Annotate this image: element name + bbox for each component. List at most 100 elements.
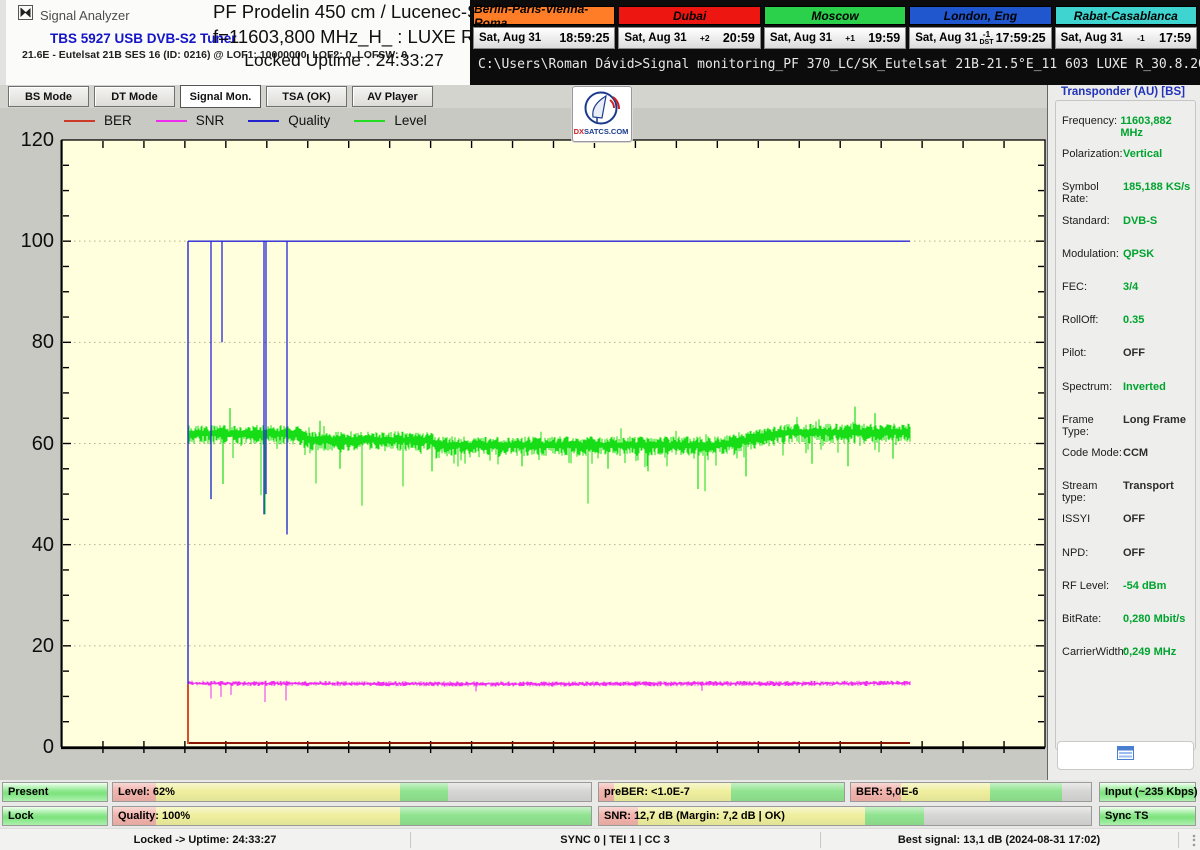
meter-segment [924, 807, 1091, 825]
clock-time-row: Sat, Aug 31+119:59 [764, 27, 906, 49]
y-axis-label: 100 [0, 230, 54, 252]
row-label: Code Mode: [1062, 447, 1123, 459]
clock-city: London, Eng [909, 6, 1051, 25]
legend-line-swatch [248, 120, 279, 122]
row-label: Pilot: [1062, 347, 1123, 359]
meter-segment [865, 807, 924, 825]
meter-segment [990, 783, 1062, 801]
row-value: 0,249 MHz [1123, 646, 1176, 658]
resize-grip[interactable] [1184, 834, 1197, 847]
clock-utc-offset: -1DST [980, 30, 994, 46]
y-axis-label: 0 [0, 736, 54, 758]
chart-legend: BERSNRQualityLevel [64, 113, 427, 128]
meter-badge-input-235-kbps: Input (~235 Kbps) [1099, 782, 1196, 802]
legend-line-swatch [156, 120, 187, 122]
row-label: ISSYI [1062, 513, 1123, 525]
transponder-row-frame-type: Frame Type:Long Frame [1062, 414, 1194, 438]
meter-bar-preber-1-0e-7: preBER: <1.0E-7 [598, 782, 845, 802]
row-value: DVB-S [1123, 215, 1157, 227]
tab-tsa-ok[interactable]: TSA (OK) [266, 86, 347, 107]
legend-item-snr: SNR [156, 113, 225, 128]
statusbar-divider [1178, 832, 1179, 848]
transponder-row-rf-level: RF Level:-54 dBm [1062, 580, 1194, 592]
row-label: Stream type: [1062, 480, 1123, 504]
row-label: NPD: [1062, 547, 1123, 559]
clock-moscow: Moscow Sat, Aug 31+119:59 [764, 6, 906, 49]
console-window: Berlin-Paris-Vienna-Roma Sat, Aug 31 18:59… [470, 0, 1200, 85]
meter-badge-lock: Lock [2, 806, 108, 826]
logo-text-red: DX [574, 127, 584, 136]
meter-segment [1062, 783, 1091, 801]
transponder-row-rolloff: RollOff:0.35 [1062, 314, 1194, 326]
clock-date: Sat, Aug 31 [1061, 32, 1123, 44]
row-value: 3/4 [1123, 281, 1138, 293]
row-value: QPSK [1123, 248, 1154, 260]
legend-label: BER [104, 113, 132, 128]
dxsatcs-logo: DXSATCS.COM [572, 86, 632, 142]
row-value: Transport [1123, 480, 1174, 504]
sidebar-title: Transponder (AU) [BS] [1061, 86, 1185, 98]
site-antenna: PF Prodelin 450 cm / Lucenec-Slovakia [213, 1, 475, 23]
clock-utc-offset: -1 [1137, 34, 1145, 43]
y-axis-label: 40 [0, 534, 54, 556]
tuner-name: TBS 5927 USB DVB-S2 Tuner [50, 31, 237, 46]
tab-bs-mode[interactable]: BS Mode [8, 86, 89, 107]
transponder-row-bitrate: BitRate:0,280 Mbit/s [1062, 613, 1194, 625]
legend-item-ber: BER [64, 113, 132, 128]
signal-meters: PresentLevel: 62%preBER: <1.0E-7BER: 5,0… [0, 780, 1200, 828]
signal-analyzer-window: Signal Analyzer TBS 5927 USB DVB-S2 Tune… [0, 0, 1200, 850]
clock-time-row: Sat, Aug 31 18:59:25 [473, 27, 615, 49]
transponder-row-pilot: Pilot:OFF [1062, 347, 1194, 359]
statusbar: Locked -> Uptime: 24:33:27SYNC 0 | TEI 1… [0, 828, 1200, 850]
row-label: Standard: [1062, 215, 1123, 227]
row-label: FEC: [1062, 281, 1123, 293]
clock-time-row: Sat, Aug 31-117:59 [1055, 27, 1197, 49]
meter-segment [400, 783, 448, 801]
row-label: Modulation: [1062, 248, 1123, 260]
clock-city: Moscow [764, 6, 906, 25]
clock-london-eng: London, EngSat, Aug 31-1DST17:59:25 [909, 6, 1051, 49]
legend-label: Quality [288, 113, 330, 128]
app-icon [18, 5, 33, 25]
legend-item-quality: Quality [248, 113, 330, 128]
logo-text-blue: SATCS.COM [584, 127, 628, 136]
statusbar-divider [820, 832, 821, 848]
row-value: Inverted [1123, 381, 1166, 393]
clock-rabat-casablanca: Rabat-CasablancaSat, Aug 31-117:59 [1055, 6, 1197, 49]
legend-label: SNR [196, 113, 225, 128]
meter-segment [156, 783, 400, 801]
clock-berlin-paris-vienna-roma: Berlin-Paris-Vienna-Roma Sat, Aug 31 18:59… [473, 6, 615, 49]
tab-dt-mode[interactable]: DT Mode [94, 86, 175, 107]
y-axis-label: 120 [0, 129, 54, 151]
clock-city: Dubai [618, 6, 760, 25]
clock-date: Sat, Aug 31 [915, 32, 977, 44]
clock-utc-offset: +1 [845, 34, 855, 43]
meter-label: preBER: <1.0E-7 [604, 786, 690, 798]
console-prompt[interactable]: C:\Users\Roman Dávid>Signal monitoring_P… [478, 57, 1200, 72]
row-label: Symbol Rate: [1062, 181, 1123, 205]
record-table-button[interactable] [1057, 741, 1194, 770]
row-value: OFF [1123, 347, 1145, 359]
row-label: BitRate: [1062, 613, 1123, 625]
window-title: Signal Analyzer [40, 8, 130, 23]
row-value: OFF [1123, 547, 1145, 559]
legend-line-swatch [354, 120, 385, 122]
row-value: 0.35 [1123, 314, 1144, 326]
meter-badge-sync-ts: Sync TS [1099, 806, 1196, 826]
tab-av-player[interactable]: AV Player [352, 86, 433, 107]
app-header: Signal Analyzer TBS 5927 USB DVB-S2 Tune… [0, 0, 476, 85]
statusbar-section-2: SYNC 0 | TEI 1 | CC 3 [410, 829, 820, 850]
svg-text:DXSATCS.COM: DXSATCS.COM [574, 127, 629, 136]
tab-signal-mon[interactable]: Signal Mon. [180, 85, 261, 108]
meter-label: Level: 62% [118, 786, 175, 798]
locked-uptime: Locked Uptime : 24:33:27 [213, 50, 475, 71]
y-axis-label: 80 [0, 331, 54, 353]
transponder-row-polarization: Polarization:Vertical [1062, 148, 1194, 160]
clock-time: 18:59:25 [559, 31, 609, 45]
clock-city: Berlin-Paris-Vienna-Roma [473, 6, 615, 25]
clock-dubai: DubaiSat, Aug 31+220:59 [618, 6, 760, 49]
row-value: Vertical [1123, 148, 1162, 160]
y-axis-label: 60 [0, 433, 54, 455]
row-label: RollOff: [1062, 314, 1123, 326]
clock-date: Sat, Aug 31 [479, 32, 541, 44]
